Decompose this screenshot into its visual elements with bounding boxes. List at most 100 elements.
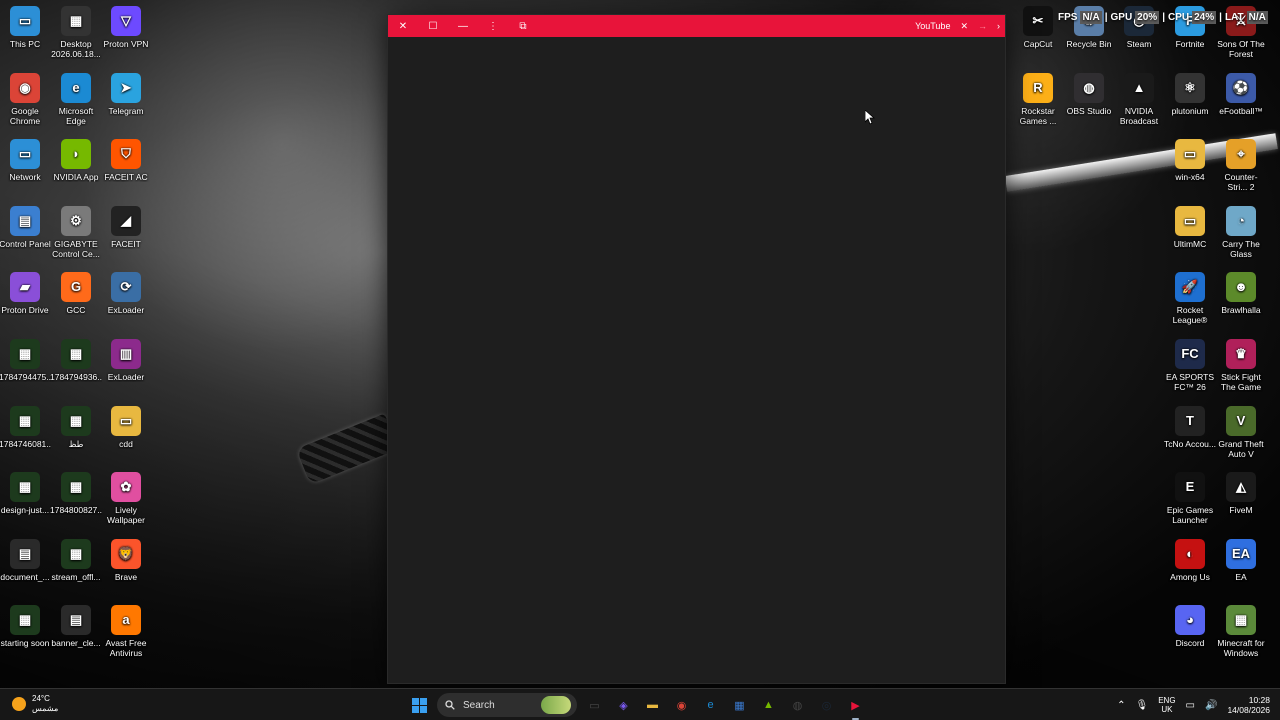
nvidia-broadcast-icon[interactable]: ▲ [757, 694, 780, 717]
extension-icon[interactable]: ⧉ [508, 15, 538, 37]
minimize-button[interactable]: — [448, 15, 478, 37]
desktop-icon[interactable]: T TcNo Accou... [1164, 405, 1216, 449]
desktop-icon[interactable]: ▦ Minecraft for Windows [1215, 605, 1267, 658]
desktop-icon[interactable]: 🚀 Rocket League® [1164, 272, 1216, 325]
clock-time: 10:28 [1248, 695, 1270, 705]
desktop-icon[interactable]: ◗ NVIDIA App [50, 139, 102, 182]
desktop-icon-label: NVIDIA Broadcast [1119, 106, 1159, 126]
desktop-icon[interactable]: ◕ Discord [1164, 605, 1216, 648]
weather-widget[interactable]: 24°C مشمس [12, 694, 58, 714]
desktop-icon[interactable]: ▤ Control Panel [0, 205, 51, 249]
file-explorer-icon[interactable]: ▬ [641, 694, 664, 717]
desktop-icon[interactable]: ▦ 1784746081... [0, 405, 51, 449]
window-title-bar[interactable]: ✕ ☐ — ⋮ ⧉ YouTube ✕ → › [388, 15, 1005, 37]
desktop-icon-label: Fortnite [1175, 39, 1205, 49]
minecraft-icon: ▦ [1226, 605, 1256, 636]
chevron-up-icon[interactable]: ⌃ [1117, 700, 1125, 711]
desktop-icon[interactable]: 🦁 Brave [100, 538, 152, 582]
more-icon[interactable]: › [992, 21, 1005, 31]
desktop-icon-label: eFootball™ [1219, 106, 1263, 116]
desktop-icon[interactable]: ▦ 1784794475... [0, 339, 51, 382]
desktop-icon[interactable]: ▦ 1784800827... [50, 472, 102, 515]
youtube-icon[interactable]: ▶ [844, 694, 867, 720]
desktop-icon[interactable]: ⌖ Counter-Stri... 2 [1215, 139, 1267, 192]
desktop-icon[interactable]: R Rockstar Games ... [1012, 73, 1064, 126]
desktop-icon[interactable]: ▦ starting soon [0, 605, 51, 648]
desktop-icon[interactable]: ▰ Proton Drive [0, 272, 51, 315]
gpu-value: 20% [1135, 10, 1160, 24]
start-button[interactable] [408, 694, 431, 717]
title-close-icon[interactable]: ✕ [955, 21, 973, 32]
desktop-icon[interactable]: a Avast Free Antivirus [100, 605, 152, 658]
edge-icon[interactable]: e [699, 694, 722, 717]
desktop-icon[interactable]: ◭ FiveM [1215, 472, 1267, 515]
desktop-icon[interactable]: ▥ ExLoader [100, 339, 152, 382]
desktop-icon[interactable]: ▭ win-x64 [1164, 139, 1216, 182]
desktop-icon[interactable]: ▦ طظ [50, 405, 102, 449]
desktop-icon[interactable]: G GCC [50, 272, 102, 315]
video-thumb-icon: ▦ [10, 339, 40, 369]
desktop-icon[interactable]: ✿ Lively Wallpaper [100, 472, 152, 525]
desktop-icon-label: cdd [119, 438, 133, 449]
obs-icon[interactable]: ◍ [786, 694, 809, 717]
file-explorer-taskview-icon[interactable]: ▭ [583, 694, 606, 717]
this-pc-icon: ▭ [10, 6, 40, 36]
desktop-icon[interactable]: ⟳ ExLoader [100, 272, 152, 315]
desktop-icon[interactable]: ☻ Brawlhalla [1215, 272, 1267, 315]
desktop-icon[interactable]: E Epic Games Launcher [1164, 472, 1216, 525]
microphone-icon[interactable]: 🎙 [1136, 700, 1149, 711]
m365-copilot-icon[interactable]: ◈ [612, 694, 635, 717]
desktop-icon[interactable]: ▭ Network [0, 139, 51, 182]
desktop-icon[interactable]: e Microsoft Edge [50, 72, 102, 126]
desktop-icon[interactable]: V Grand Theft Auto V [1215, 405, 1267, 459]
menu-button[interactable]: ⋮ [478, 15, 508, 37]
ms-store-icon[interactable]: ▦ [728, 694, 751, 717]
weather-temp: 24°C [32, 694, 50, 703]
desktop-icon-label: GIGABYTE Control Ce... [52, 238, 100, 259]
desktop-icon-label: ExLoader [107, 305, 145, 316]
desktop-icon[interactable]: ◐ Among Us [1164, 538, 1216, 582]
desktop-icon[interactable]: ⚛ plutonium [1164, 73, 1216, 116]
desktop-icon[interactable]: ▲ NVIDIA Broadcast [1113, 73, 1165, 126]
desktop-icon[interactable]: ♛ Stick Fight The Game [1215, 339, 1267, 392]
desktop-icon[interactable]: ⚽ eFootball™ [1215, 73, 1267, 116]
volume-icon[interactable]: 🔊 [1205, 700, 1217, 711]
desktop-icon[interactable]: ▤ banner_cle... [50, 605, 102, 648]
steam-icon[interactable]: ◎ [815, 694, 838, 717]
desktop-icon[interactable]: ▭ cdd [100, 405, 152, 449]
forward-icon[interactable]: → [973, 21, 992, 31]
maximize-button[interactable]: ☐ [418, 15, 448, 37]
desktop-icon[interactable]: ▤ document_... [0, 538, 51, 582]
desktop-icon[interactable]: ▦ stream_offl... [50, 538, 102, 582]
chrome-icon[interactable]: ◉ [670, 694, 693, 717]
gigabyte-icon: ⚙ [61, 205, 91, 236]
desktop-icon[interactable]: ▦ 1784794936... [50, 339, 102, 382]
window-content [388, 37, 1005, 683]
desktop-icon[interactable]: ◍ OBS Studio [1063, 73, 1115, 116]
fivem-icon: ◭ [1226, 472, 1256, 503]
search-box[interactable]: Search [437, 693, 577, 717]
desktop-icon[interactable]: ▽ Proton VPN [100, 6, 152, 49]
desktop-icon[interactable]: ▦ Desktop 2026.06.18... [50, 6, 102, 59]
desktop-icon[interactable]: ➤ Telegram [100, 72, 152, 116]
video-thumb-icon: ▦ [61, 339, 91, 369]
desktop-icon[interactable]: ▭ This PC [0, 6, 51, 49]
folder-icon: ▭ [111, 405, 141, 436]
desktop-icon[interactable]: EA EA [1215, 538, 1267, 582]
close-button[interactable]: ✕ [388, 15, 418, 37]
desktop-icon[interactable]: FC EA SPORTS FC™ 26 [1164, 339, 1216, 392]
desktop-icon-label: Rockstar Games ... [1019, 106, 1057, 126]
network-icon[interactable]: ▭ [1186, 700, 1195, 711]
desktop-icon[interactable]: ⚙ GIGABYTE Control Ce... [50, 205, 102, 259]
pinned-apps: ▭ ◈ ▬ ◉ e ▦ ▲ ◍ ◎ ▶ [583, 694, 867, 720]
desktop-icon[interactable]: ◔ Carry The Glass [1215, 205, 1267, 259]
desktop-icon[interactable]: ✂ CapCut [1012, 6, 1064, 49]
desktop-icon[interactable]: ◢ FACEIT [100, 205, 152, 249]
clock[interactable]: 10:28 14/08/2026 [1227, 695, 1270, 715]
desktop-icon[interactable]: ▦ design-just... [0, 472, 51, 515]
desktop-icon[interactable]: ⛉ FACEIT AC [100, 139, 152, 182]
desktop-icon[interactable]: ◉ Google Chrome [0, 72, 51, 126]
desktop-icon[interactable]: ▭ UltimMC [1164, 205, 1216, 249]
language-indicator[interactable]: ENG UK [1158, 696, 1175, 714]
rocket-league-icon: 🚀 [1175, 272, 1205, 303]
